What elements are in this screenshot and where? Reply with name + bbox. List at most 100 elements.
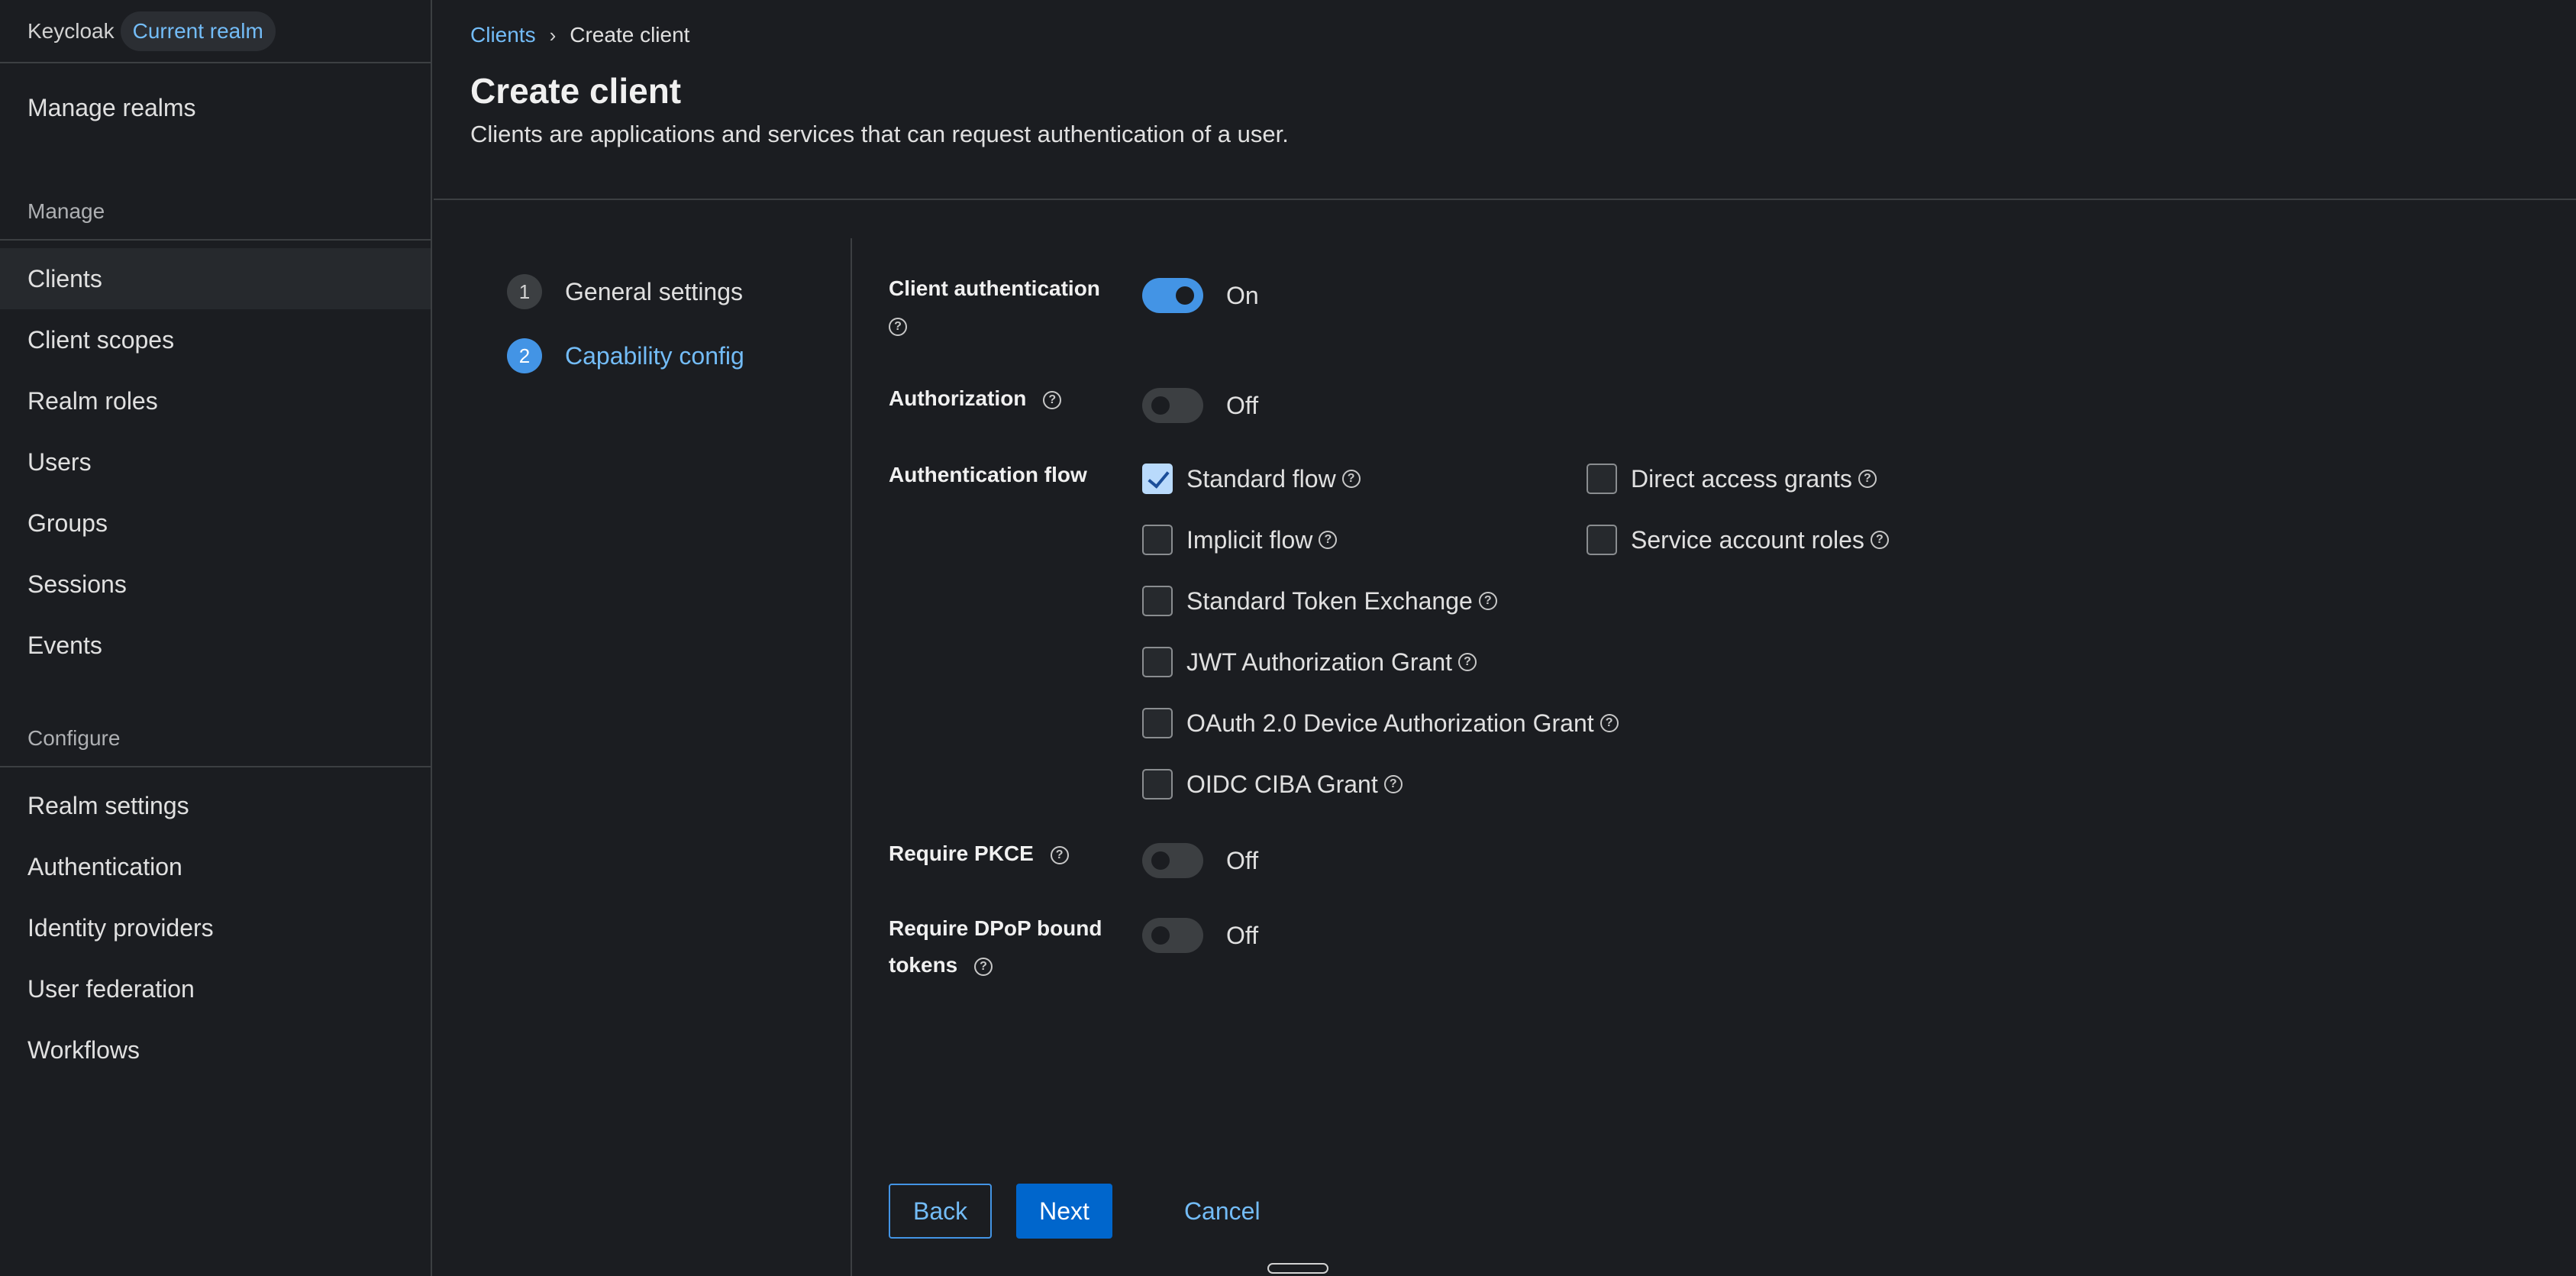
help-icon[interactable]: ? bbox=[1478, 592, 1497, 610]
require-dpop-label-line2: tokens bbox=[889, 953, 958, 977]
sidebar-item-authentication[interactable]: Authentication bbox=[0, 836, 431, 897]
standard-token-exchange-checkbox[interactable] bbox=[1142, 586, 1173, 616]
sidebar-item-realm-roles[interactable]: Realm roles bbox=[0, 370, 431, 431]
sidebar-heading-manage: Manage bbox=[27, 199, 105, 223]
app-root: Keycloak Current realm Manage realms Man… bbox=[0, 0, 2576, 1276]
wizard-step-general-settings[interactable]: 1 General settings bbox=[507, 274, 743, 309]
step-label: General settings bbox=[565, 277, 744, 305]
switch-knob bbox=[1151, 851, 1170, 870]
help-icon[interactable]: ? bbox=[1600, 714, 1619, 732]
sidebar-item-clients[interactable]: Clients bbox=[0, 248, 431, 309]
implicit-flow-option: Implicit flow ? bbox=[1142, 525, 1338, 555]
authorization-switch[interactable] bbox=[1142, 388, 1203, 423]
authorization-toggle-group: Off bbox=[1142, 388, 1258, 423]
service-account-roles-option: Service account roles ? bbox=[1587, 525, 1889, 555]
help-icon[interactable]: ? bbox=[1383, 775, 1403, 793]
sidebar-item-user-federation[interactable]: User federation bbox=[0, 958, 431, 1019]
switch-knob bbox=[1151, 396, 1170, 415]
require-pkce-label-text: Require PKCE bbox=[889, 842, 1034, 865]
help-icon[interactable]: ? bbox=[1050, 845, 1069, 864]
brand-name: Keycloak bbox=[27, 18, 115, 43]
authorization-state: Off bbox=[1226, 391, 1259, 419]
standard-flow-label: Standard flow bbox=[1186, 464, 1336, 493]
next-button[interactable]: Next bbox=[1016, 1184, 1112, 1239]
sidebar-item-manage-realms[interactable]: Manage realms bbox=[0, 77, 431, 138]
help-icon[interactable]: ? bbox=[1458, 653, 1477, 671]
page-title: Create client bbox=[470, 71, 682, 111]
client-authentication-state: On bbox=[1226, 281, 1259, 309]
direct-access-grants-option: Direct access grants ? bbox=[1587, 464, 1877, 494]
require-dpop-label-line1: Require DPoP bound bbox=[889, 916, 1102, 940]
sidebar-item-users[interactable]: Users bbox=[0, 431, 431, 493]
back-button[interactable]: Back bbox=[889, 1184, 993, 1239]
breadcrumb-separator-icon: › bbox=[549, 23, 557, 47]
step-number: 2 bbox=[507, 338, 542, 373]
step-label: Capability config bbox=[565, 341, 744, 370]
wizard-step-capability-config[interactable]: 2 Capability config bbox=[507, 338, 744, 373]
require-dpop-label: Require DPoP bound tokens ? bbox=[889, 910, 1102, 984]
require-pkce-label: Require PKCE ? bbox=[889, 835, 1069, 872]
switch-knob bbox=[1176, 286, 1194, 305]
sidebar: Keycloak Current realm Manage realms Man… bbox=[0, 0, 432, 1276]
client-authentication-label-text: Client authentication bbox=[889, 276, 1100, 300]
require-dpop-switch[interactable] bbox=[1142, 918, 1203, 953]
direct-access-grants-label: Direct access grants bbox=[1631, 464, 1852, 493]
authentication-flow-label: Authentication flow bbox=[889, 463, 1087, 486]
breadcrumb: Clients › Create client bbox=[470, 0, 2576, 47]
require-pkce-state: Off bbox=[1226, 846, 1259, 874]
cancel-button[interactable]: Cancel bbox=[1184, 1184, 1261, 1239]
help-icon[interactable]: ? bbox=[974, 957, 993, 976]
require-pkce-switch[interactable] bbox=[1142, 843, 1203, 878]
page-description: Clients are applications and services th… bbox=[470, 121, 1289, 147]
standard-token-exchange-label: Standard Token Exchange bbox=[1186, 586, 1473, 615]
client-authentication-switch[interactable] bbox=[1142, 278, 1203, 313]
breadcrumb-clients-link[interactable]: Clients bbox=[470, 23, 536, 47]
sidebar-item-sessions[interactable]: Sessions bbox=[0, 554, 431, 615]
wizard-step-nav: 1 General settings 2 Capability config bbox=[434, 238, 852, 1276]
implicit-flow-checkbox[interactable] bbox=[1142, 525, 1173, 555]
help-icon[interactable]: ? bbox=[1870, 531, 1889, 549]
client-authentication-label: Client authentication ? bbox=[889, 270, 1100, 344]
service-account-roles-checkbox[interactable] bbox=[1587, 525, 1617, 555]
help-icon[interactable]: ? bbox=[1858, 470, 1877, 488]
current-realm-chip[interactable]: Current realm bbox=[120, 11, 276, 51]
standard-flow-option: Standard flow ? bbox=[1142, 464, 1361, 494]
standard-token-exchange-option: Standard Token Exchange ? bbox=[1142, 586, 1497, 616]
sidebar-item-workflows[interactable]: Workflows bbox=[0, 1019, 431, 1081]
capability-config-form: Client authentication ? On Authorization… bbox=[889, 238, 2576, 1276]
client-authentication-toggle-group: On bbox=[1142, 278, 1259, 313]
page-header: Clients › Create client Create client Cl… bbox=[434, 0, 2576, 200]
jwt-authorization-grant-checkbox[interactable] bbox=[1142, 647, 1173, 677]
oidc-ciba-grant-label: OIDC CIBA Grant bbox=[1186, 770, 1378, 798]
oauth-device-authorization-grant-label: OAuth 2.0 Device Authorization Grant bbox=[1186, 709, 1594, 737]
oidc-ciba-grant-checkbox[interactable] bbox=[1142, 769, 1173, 800]
implicit-flow-label: Implicit flow bbox=[1186, 525, 1313, 554]
sidebar-item-client-scopes[interactable]: Client scopes bbox=[0, 309, 431, 370]
sidebar-item-events[interactable]: Events bbox=[0, 615, 431, 676]
standard-flow-checkbox[interactable] bbox=[1142, 464, 1173, 494]
help-icon[interactable]: ? bbox=[889, 317, 907, 336]
step-number: 1 bbox=[507, 274, 542, 309]
scroll-handle[interactable] bbox=[1267, 1263, 1328, 1274]
direct-access-grants-checkbox[interactable] bbox=[1587, 464, 1617, 494]
sidebar-item-realm-settings[interactable]: Realm settings bbox=[0, 775, 431, 836]
realm-bar: Keycloak Current realm bbox=[0, 0, 431, 63]
jwt-authorization-grant-option: JWT Authorization Grant ? bbox=[1142, 647, 1477, 677]
wizard-actions: Back Next Cancel bbox=[889, 1184, 1261, 1239]
switch-knob bbox=[1151, 926, 1170, 945]
jwt-authorization-grant-label: JWT Authorization Grant bbox=[1186, 648, 1452, 676]
sidebar-item-identity-providers[interactable]: Identity providers bbox=[0, 897, 431, 958]
require-dpop-toggle-group: Off bbox=[1142, 918, 1258, 953]
require-pkce-toggle-group: Off bbox=[1142, 843, 1258, 878]
authorization-label-text: Authorization bbox=[889, 386, 1027, 410]
oauth-device-authorization-grant-checkbox[interactable] bbox=[1142, 708, 1173, 738]
help-icon[interactable]: ? bbox=[1341, 470, 1361, 488]
help-icon[interactable]: ? bbox=[1319, 531, 1338, 549]
oidc-ciba-grant-option: OIDC CIBA Grant ? bbox=[1142, 769, 1403, 800]
help-icon[interactable]: ? bbox=[1043, 390, 1062, 409]
oauth-device-authorization-grant-option: OAuth 2.0 Device Authorization Grant ? bbox=[1142, 708, 1619, 738]
authorization-label: Authorization ? bbox=[889, 380, 1062, 417]
service-account-roles-label: Service account roles bbox=[1631, 525, 1864, 554]
sidebar-item-groups[interactable]: Groups bbox=[0, 493, 431, 554]
require-dpop-state: Off bbox=[1226, 921, 1259, 949]
